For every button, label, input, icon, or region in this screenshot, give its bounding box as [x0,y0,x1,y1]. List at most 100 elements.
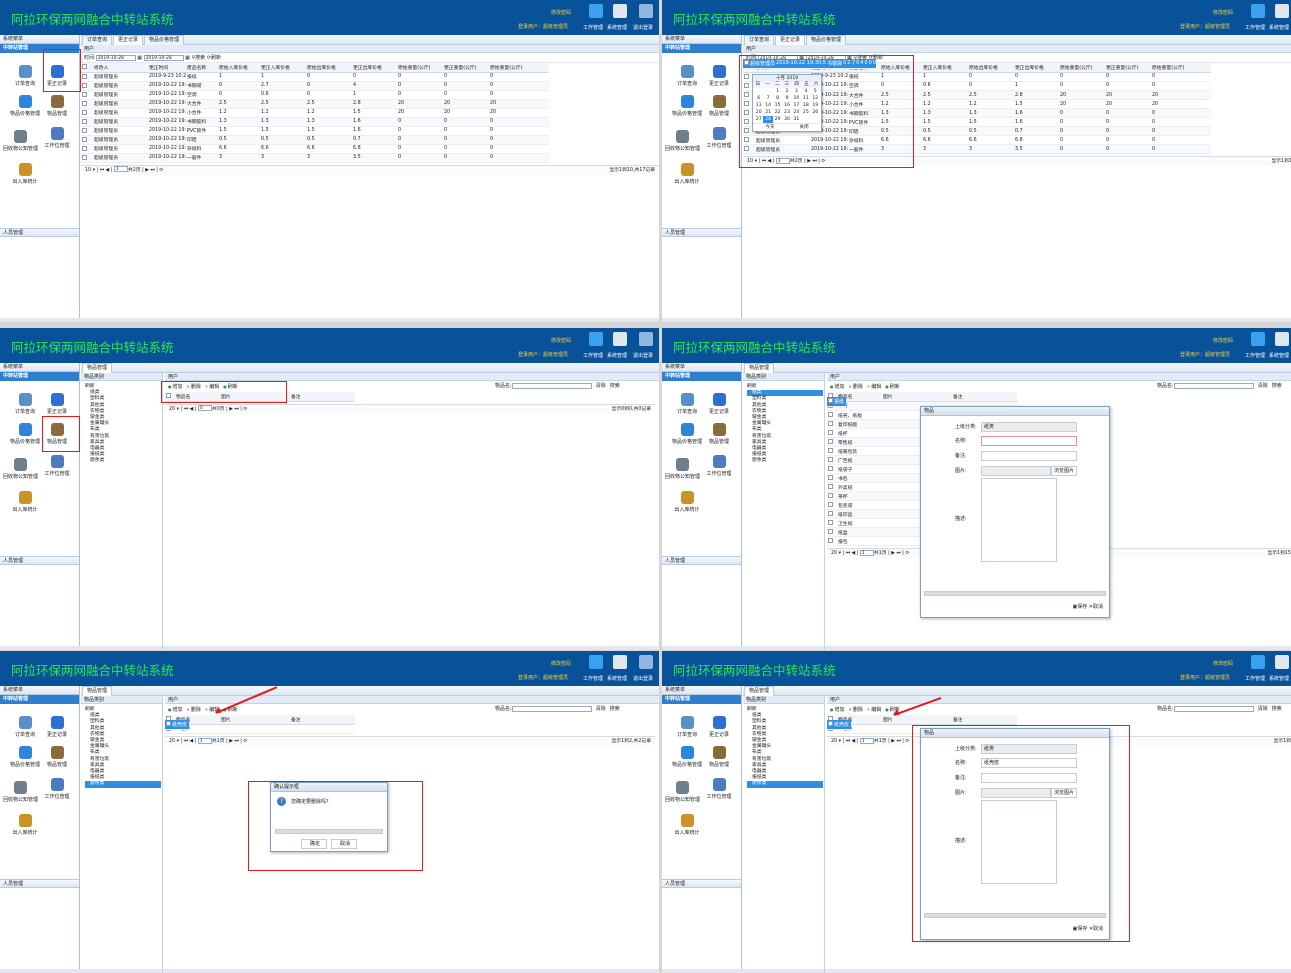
sidebar-item-3[interactable]: 物品管理 [702,423,736,445]
page-nav-icons[interactable]: ▾ | ⏮ ◀ | [175,407,198,412]
sidebar-item-6[interactable]: 出入库统计 [670,163,704,185]
toolbar-add-button[interactable]: 增加 [830,707,845,713]
sidebar-item-6[interactable]: 出入库统计 [8,491,42,513]
toolbar-del-button[interactable]: 删除 [849,707,863,713]
sidebar-item-0[interactable]: 订单查询 [8,393,42,415]
search-input[interactable] [1173,705,1254,712]
tab-0[interactable]: 订单查询 [82,35,113,45]
toolbar-add-button[interactable]: 增加 [168,707,183,713]
gear-icon[interactable] [613,4,627,18]
table-row[interactable]: 超级管理员2019-10-22 19:30:1书钢胶料1.31.31.31.60… [81,117,549,127]
page-number-input[interactable]: 1 [197,737,212,744]
calendar-icon[interactable]: ▦ [136,55,144,61]
nav-1-label[interactable]: 系统管理 [1269,352,1289,359]
nav-1-label[interactable]: 系统管理 [607,352,627,359]
nav-1-label[interactable]: 系统管理 [1269,675,1289,682]
sidebar-item-4[interactable]: 回收物公知管理 [3,781,38,803]
row-checkbox[interactable] [81,153,93,163]
sidebar-people-management[interactable]: 人员管理 [662,879,741,888]
sidebar-item-0[interactable]: 订单查询 [670,393,704,415]
row-checkbox[interactable] [81,99,93,109]
refresh-button[interactable]: 刷新 [211,55,221,61]
table-row[interactable]: 报纸 [827,397,847,407]
page-nav-icons[interactable]: ▾ | ⏮ ◀ | [837,551,860,556]
row-checkbox[interactable] [827,428,837,438]
sidebar-item-5[interactable]: 工作位管理 [40,127,74,149]
search-button[interactable]: 搜索 [610,383,620,389]
change-password-link[interactable]: 修改密码 [551,337,571,344]
sidebar-item-1[interactable]: 更正记录 [702,65,736,87]
parent-category-field[interactable]: 纸类 [981,422,1077,432]
sidebar-item-4[interactable]: 回收物公知管理 [3,458,38,480]
row-checkbox[interactable] [827,455,837,465]
sidebar-people-management[interactable]: 人员管理 [0,228,79,237]
page-nav-icons[interactable]: | ▶ ⏭ | ⟳ [887,551,909,556]
tab-2[interactable]: 物品价格管理 [806,35,847,45]
search-input[interactable] [511,705,592,712]
row-checkbox[interactable] [827,509,837,519]
category-item[interactable]: 厨余类 [747,781,823,788]
tab-1[interactable]: 更正记录 [113,35,144,45]
sidebar-item-2[interactable]: 物品价格管理 [670,423,704,445]
gear-icon[interactable] [1275,332,1289,346]
row-checkbox[interactable] [81,144,93,154]
remark-field[interactable] [981,451,1077,461]
table-row[interactable]: 超级管理员2019-10-22 19:30:5书钢袋02.704000 [81,81,549,91]
camera-icon[interactable] [589,4,603,18]
row-checkbox[interactable] [827,527,837,537]
nav-2-label[interactable]: 退出登录 [633,352,653,359]
toolbar-edt-button[interactable]: 编辑 [867,384,881,390]
row-checkbox[interactable] [81,117,93,127]
row-checkbox[interactable] [81,90,93,100]
page-nav-icons[interactable]: | ▶ ⏭ | ⟳ [141,168,163,173]
sidebar-item-4[interactable]: 回收物公知管理 [3,130,38,152]
page-nav-icons[interactable]: ▾ | ⏮ ◀ | [175,739,198,744]
date-to-input[interactable]: 2019-10-28 [143,54,184,61]
tab-1[interactable]: 更正记录 [775,35,806,45]
change-password-link[interactable]: 修改密码 [551,9,571,16]
camera-icon[interactable] [589,655,603,669]
row-checkbox[interactable] [827,482,837,492]
sidebar-item-1[interactable]: 更正记录 [40,393,74,415]
sidebar-item-0[interactable]: 订单查询 [670,716,704,738]
row-checkbox[interactable] [81,126,93,136]
sidebar-item-5[interactable]: 工作位管理 [40,778,74,800]
toolbar-add-button[interactable]: 增加 [830,384,845,390]
nav-1-label[interactable]: 系统管理 [607,675,627,682]
row-checkbox[interactable] [827,437,837,447]
tab-2[interactable]: 物品价格管理 [144,35,185,45]
sidebar-people-management[interactable]: 人员管理 [0,879,79,888]
sidebar-section-title[interactable]: 中转站管理 [662,695,741,704]
sidebar-item-0[interactable]: 订单查询 [8,716,42,738]
sidebar-item-1[interactable]: 更正记录 [40,716,74,738]
save-button[interactable]: 保存 [1077,604,1087,610]
row-checkbox[interactable] [827,446,837,456]
table-row[interactable]: 超级管理员2019-9-23 10:27:30报纸1100000 [81,72,549,82]
sidebar-item-6[interactable]: 出入库统计 [8,163,42,185]
table-row[interactable]: 超级管理员2019-10-22 19:30:3空调00.601000 [81,90,549,100]
page-nav-icons[interactable]: | ▶ ⏭ | ⟳ [887,739,909,744]
table-row[interactable]: 超级管理员2019-10-22 19:30:5杂纸料6.66.66.66.800… [81,144,549,154]
nav-0-label[interactable]: 工作管理 [583,24,603,31]
page-number-input[interactable]: 1 [859,549,874,556]
search-input[interactable] [511,382,592,389]
change-password-link[interactable]: 修改密码 [1213,337,1233,344]
sidebar-item-1[interactable]: 更正记录 [702,393,736,415]
gear-icon[interactable] [1275,655,1289,669]
row-checkbox[interactable] [827,500,837,510]
sidebar-item-1[interactable]: 更正记录 [702,716,736,738]
row-checkbox[interactable] [81,108,93,118]
search-button[interactable]: 搜索 [1272,383,1282,389]
sidebar-item-2[interactable]: 物品价格管理 [8,95,42,117]
exit-icon[interactable] [639,655,653,669]
tab-goods[interactable]: 物品管理 [744,686,775,696]
nav-2-label[interactable]: 退出登录 [633,675,653,682]
sidebar-people-management[interactable]: 人员管理 [662,556,741,565]
sidebar-item-4[interactable]: 回收物公知管理 [665,781,700,803]
sidebar-section-title[interactable]: 中转站管理 [0,372,79,381]
change-password-link[interactable]: 修改密码 [1213,9,1233,16]
page-number-input[interactable]: 0 [197,405,212,411]
name-field[interactable] [981,436,1077,446]
sidebar-item-3[interactable]: 物品管理 [40,746,74,768]
search-button[interactable]: 搜索 [610,706,620,712]
